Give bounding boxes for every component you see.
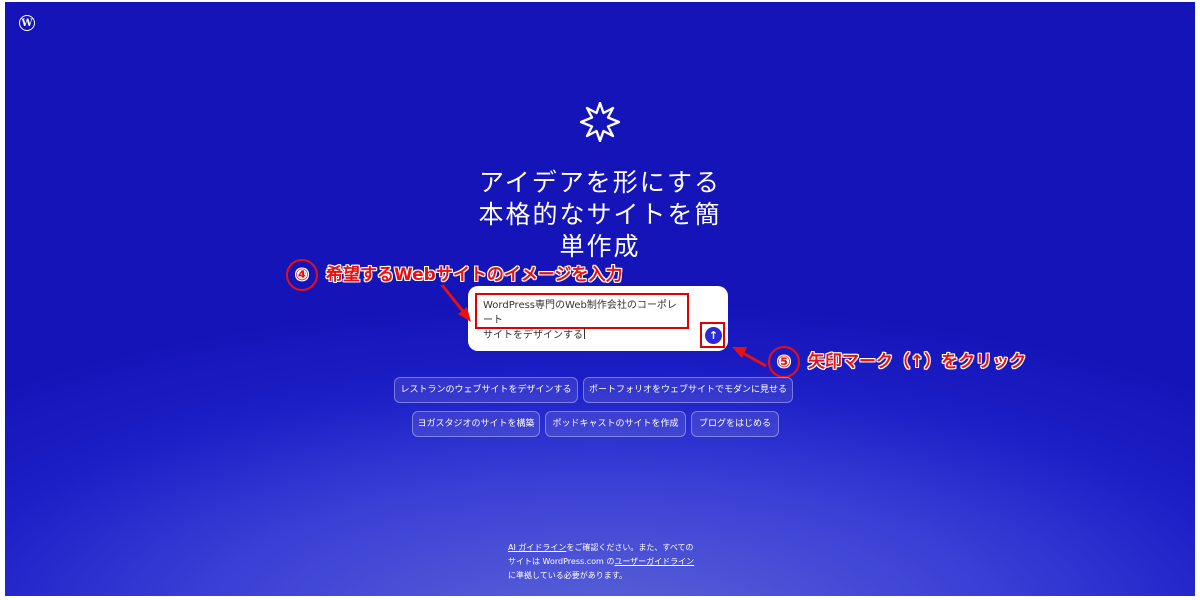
submit-highlight: ↑ [700,322,725,348]
step-number: ⑤ [768,346,800,378]
notice-text: に準拠している必要があります。 [508,571,627,580]
site-description-input[interactable]: WordPress専門のWeb制作会社のコーポレート サイトをデザインする [475,293,689,341]
annotation-text: 希望するWebサイトのイメージを入力 [326,265,623,285]
arrowhead-icon [732,347,747,358]
suggestion-chip[interactable]: ポッドキャストのサイトを作成 [545,411,686,437]
step-number: ④ [286,259,318,291]
suggestion-chip[interactable]: ブログをはじめる [691,411,779,437]
prompt-card: WordPress専門のWeb制作会社のコーポレート サイトをデザインする ↑ [468,286,728,351]
suggestion-chip[interactable]: レストランのウェブサイトをデザインする [394,377,578,403]
annotation-step-5: ⑤ 矢印マーク（↑）をクリック [768,346,1026,378]
wordpress-logo-icon[interactable]: W [19,15,35,31]
user-guidelines-link[interactable]: ユーザーガイドライン [614,557,694,566]
guidelines-notice: AI ガイドラインをご確認ください。また、すべてのサイトは WordPress.… [508,541,698,583]
annotation-text: 矢印マーク（↑）をクリック [808,352,1027,372]
input-value-line: サイトをデザインする [483,330,583,341]
headline-line: アイデアを形にする [478,168,721,197]
ai-guidelines-link[interactable]: AI ガイドライン [508,543,566,552]
sparkle-icon [580,102,620,142]
suggestion-chip[interactable]: ポートフォリオをウェブサイトでモダンに見せる [583,377,793,403]
text-caret [584,328,585,339]
suggestion-chip[interactable]: ヨガスタジオのサイトを構築 [412,411,540,437]
annotation-arrow-5 [740,350,767,368]
input-value-line: WordPress専門のWeb制作会社のコーポレート [483,300,677,326]
page-title: アイデアを形にする 本格的なサイトを簡 単作成 [450,167,750,263]
onboarding-screen: W アイデアを形にする 本格的なサイトを簡 単作成 ④ 希望するWebサイトのイメ… [5,2,1195,596]
arrow-up-icon[interactable]: ↑ [705,327,722,344]
headline-line: 本格的なサイトを簡 [478,200,722,229]
